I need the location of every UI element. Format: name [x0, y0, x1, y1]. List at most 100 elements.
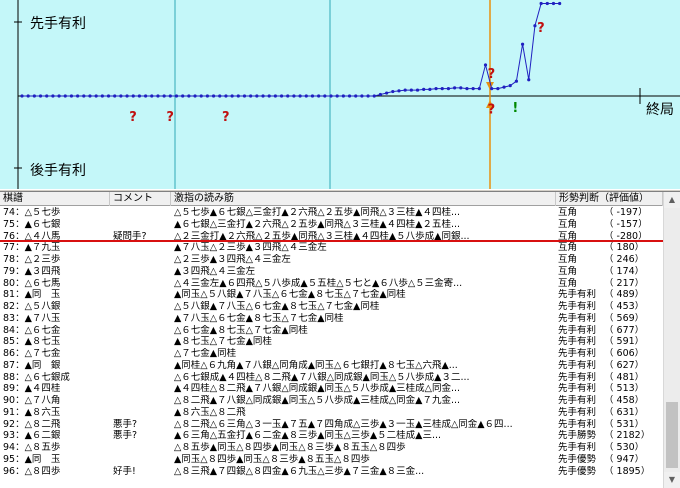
table-row[interactable]: 87：▲同 銀 ▲同桂△６九角▲７八銀△同角成▲同玉△６七銀打▲８七玉△六飛▲..…	[0, 360, 663, 372]
graph-point[interactable]	[45, 94, 49, 98]
graph-point[interactable]	[502, 85, 506, 89]
vertical-scrollbar[interactable]: ▲ ▼	[663, 192, 680, 488]
graph-point[interactable]	[162, 94, 166, 98]
graph-point[interactable]	[137, 94, 142, 98]
graph-point[interactable]	[193, 94, 197, 98]
table-row[interactable]: 75：▲６七銀 ▲６七銀△三金打▲２六飛△２五歩▲同飛△３三桂▲４四桂▲２五桂..…	[0, 219, 663, 231]
graph-point[interactable]	[205, 94, 209, 98]
graph-point[interactable]	[527, 78, 531, 82]
table-row[interactable]: 77：▲７九玉 ▲７八玉△２三歩▲３四飛△４三金左 互角（ 180）	[0, 242, 663, 254]
graph-point[interactable]	[459, 86, 463, 90]
graph-point[interactable]	[94, 94, 98, 98]
graph-point[interactable]	[26, 94, 30, 98]
graph-point[interactable]	[385, 91, 389, 95]
graph-point[interactable]	[88, 94, 92, 98]
graph-point[interactable]	[144, 94, 148, 98]
graph-point[interactable]	[199, 94, 203, 98]
graph-point[interactable]	[69, 94, 74, 98]
table-row[interactable]: 92：△８二飛 悪手? △８二飛△６三角△３一玉▲７五▲７四角成△三歩▲３一玉▲三桂…	[0, 419, 663, 431]
graph-point[interactable]	[304, 94, 308, 98]
evaluation-graph[interactable]: ?????!? 先手有利 後手有利 終局	[0, 0, 680, 189]
graph-point[interactable]	[168, 94, 172, 98]
table-row[interactable]: 79：▲３四飛 ▲３四飛△４三金左 互角（ 174）	[0, 266, 663, 278]
graph-point[interactable]	[477, 87, 481, 91]
graph-point[interactable]	[317, 94, 321, 98]
graph-point[interactable]	[471, 87, 475, 91]
graph-point[interactable]	[38, 94, 43, 98]
graph-point[interactable]	[440, 87, 444, 91]
graph-point[interactable]	[150, 94, 154, 98]
graph-point[interactable]	[51, 94, 55, 98]
header-move[interactable]: 棋譜	[0, 192, 110, 206]
graph-point[interactable]	[174, 94, 179, 98]
graph-point[interactable]	[267, 94, 271, 98]
graph-point[interactable]	[181, 94, 185, 98]
graph-point[interactable]	[415, 88, 420, 92]
graph-point[interactable]	[125, 94, 129, 98]
table-row[interactable]: 89：▲４四桂 ▲４四桂△８二飛▲７八銀△同成銀▲同玉△５八歩成▲三桂成△同金..…	[0, 383, 663, 395]
table-row[interactable]: 96：△８四歩 好手! △８三飛▲７四銀△８四金▲６九玉△三歩▲７三金▲８三金...…	[0, 466, 663, 478]
graph-point[interactable]	[490, 87, 494, 91]
graph-point[interactable]	[551, 1, 556, 6]
table-row[interactable]: 83：▲７八玉 ▲７八玉△６七金▲８七玉△７七金▲同桂 先手有利（ 569）	[0, 313, 663, 325]
graph-point[interactable]	[242, 94, 247, 98]
graph-point[interactable]	[279, 94, 284, 98]
graph-point[interactable]	[508, 84, 512, 88]
graph-point[interactable]	[378, 92, 383, 97]
table-row[interactable]: 86：△７七金 △７七金▲同桂 先手有利（ 606）	[0, 348, 663, 360]
table-row[interactable]: 82：△５八銀 △５八銀▲７八玉△６七金▲８七玉△７七金▲同桂 先手有利（ 453）	[0, 301, 663, 313]
table-row[interactable]: 85：▲８七玉 ▲８七玉△７七金▲同桂 先手有利（ 591）	[0, 336, 663, 348]
graph-point[interactable]	[236, 94, 240, 98]
graph-point[interactable]	[422, 87, 426, 91]
graph-point[interactable]	[100, 94, 104, 98]
scroll-up-icon[interactable]: ▲	[664, 192, 680, 208]
graph-point[interactable]	[298, 94, 302, 98]
header-comment[interactable]: コメント	[110, 192, 171, 206]
table-row[interactable]: 74：△５七歩 △５七歩▲６七銀△三金打▲２六飛△２五歩▲同飛△３三桂▲４四桂..…	[0, 207, 663, 219]
graph-point[interactable]	[187, 94, 191, 98]
graph-point[interactable]	[496, 87, 500, 91]
graph-point[interactable]	[465, 87, 469, 91]
graph-point[interactable]	[434, 87, 438, 91]
table-row[interactable]: 93：▲６二銀 悪手? ▲６三角△五金打▲６二金▲８三歩▲同玉△三歩▲５二桂成▲三.…	[0, 430, 663, 442]
graph-point[interactable]	[397, 89, 401, 93]
header-judge[interactable]: 形勢判断（評価値）	[556, 192, 663, 206]
graph-point[interactable]	[403, 88, 407, 92]
table-row[interactable]: 90：△７八角 △８二飛▲７八銀△同成銀▲同玉△５八歩成▲三桂成△同金▲７九金..…	[0, 395, 663, 407]
graph-point[interactable]	[453, 86, 457, 90]
graph-point[interactable]	[483, 63, 488, 67]
table-row[interactable]: 81：▲同 玉 ▲同玉△５八銀▲７八玉△６七金▲８七玉△７七金▲同桂 先手有利（ 4…	[0, 289, 663, 301]
graph-point[interactable]	[347, 94, 352, 98]
graph-point[interactable]	[323, 94, 327, 98]
graph-point[interactable]	[57, 94, 61, 98]
graph-point[interactable]	[360, 94, 364, 98]
graph-point[interactable]	[32, 94, 36, 98]
graph-point[interactable]	[261, 94, 265, 98]
graph-point[interactable]	[545, 1, 549, 6]
graph-point[interactable]	[428, 87, 432, 91]
graph-point[interactable]	[533, 24, 537, 28]
graph-point[interactable]	[119, 94, 123, 98]
table-row[interactable]: 95：▲同 玉 ▲同玉△８四歩▲同玉△８三歩▲８五玉△８四歩 先手優勢（ 947）	[0, 454, 663, 466]
graph-point[interactable]	[520, 42, 525, 46]
graph-point[interactable]	[63, 94, 67, 98]
graph-point[interactable]	[335, 94, 339, 98]
graph-point[interactable]	[224, 94, 228, 98]
graph-point[interactable]	[310, 94, 315, 98]
table-row[interactable]: 94：△８五歩 △８五歩▲同玉△８四歩▲同玉△８三歩▲８五玉△８四歩 先手有利（ 5…	[0, 442, 663, 454]
scroll-down-icon[interactable]: ▼	[664, 472, 680, 488]
graph-point[interactable]	[249, 94, 253, 98]
graph-point[interactable]	[354, 94, 358, 98]
table-row[interactable]: 91：▲８六玉 ▲８六玉△８二飛 先手有利（ 631）	[0, 407, 663, 419]
graph-point[interactable]	[286, 94, 290, 98]
graph-point[interactable]	[255, 94, 259, 98]
graph-point[interactable]	[230, 94, 234, 98]
table-row[interactable]: 84：△６七金 △６七金▲８七玉△７七金▲同桂 先手有利（ 677）	[0, 325, 663, 337]
graph-point[interactable]	[211, 94, 216, 98]
graph-point[interactable]	[409, 88, 413, 92]
graph-point[interactable]	[76, 94, 80, 98]
graph-point[interactable]	[82, 94, 86, 98]
graph-point[interactable]	[131, 94, 135, 98]
table-row[interactable]: 88：△６七銀成 △６七銀成▲４四桂△８二飛▲７八銀△同成銀▲同玉△５八歩成▲３二…	[0, 372, 663, 384]
graph-point[interactable]	[341, 94, 345, 98]
